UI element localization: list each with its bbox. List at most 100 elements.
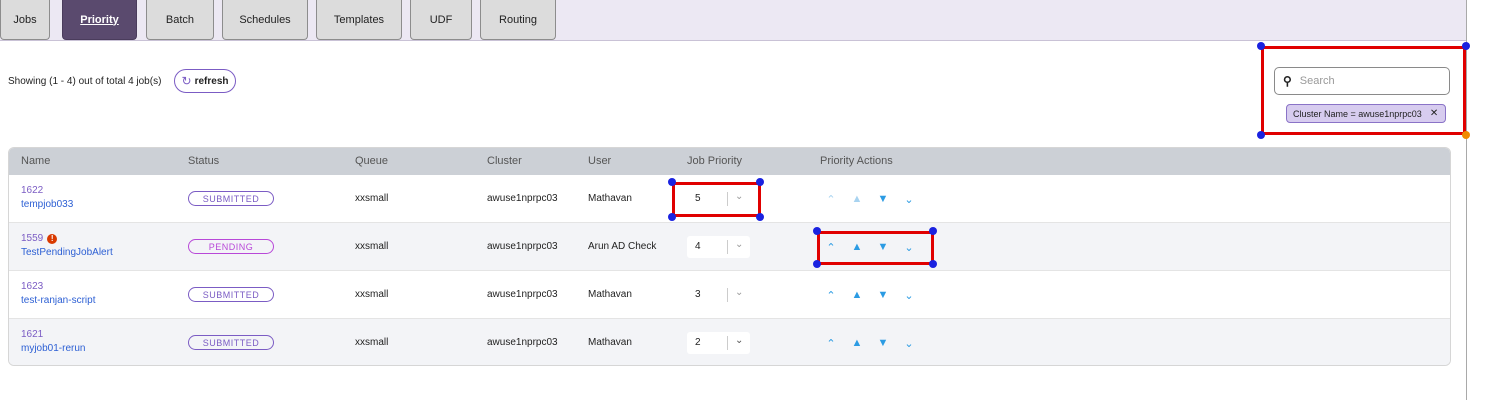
refresh-label: refresh: [194, 75, 229, 87]
priority-actions: ⌃︎ ▲ ▼ ⌄︎: [819, 187, 921, 211]
cluster-cell: awuse1nprpc03: [487, 289, 558, 300]
queue-cell: xxsmall: [355, 193, 389, 204]
refresh-button[interactable]: ↻ refresh: [174, 69, 236, 93]
status-badge: SUBMITTED: [188, 335, 274, 350]
job-name-link[interactable]: test-ranjan-script: [21, 295, 95, 306]
table-header: Name Status Queue Cluster User Job Prior…: [9, 148, 1450, 175]
priority-value: 4: [695, 241, 701, 252]
jobs-table: Name Status Queue Cluster User Job Prior…: [8, 147, 1451, 366]
double-chevron-up-icon[interactable]: ⌃︎: [819, 331, 843, 355]
priority-actions: ⌃︎ ▲ ▼ ⌄︎: [819, 331, 921, 355]
chevron-down-icon[interactable]: ⌄: [735, 239, 743, 250]
showing-count: Showing (1 - 4) out of total 4 job(s): [8, 76, 162, 87]
job-id[interactable]: 1622: [21, 185, 43, 196]
highlight-handle: [1257, 42, 1265, 50]
priority-page: Jobs Priority Batch Schedules Templates …: [0, 0, 1486, 400]
cluster-cell: awuse1nprpc03: [487, 193, 558, 204]
table-row: 1623 test-ranjan-script SUBMITTED xxsmal…: [9, 271, 1450, 319]
job-id[interactable]: 1559!: [21, 233, 58, 244]
tab-udf[interactable]: UDF: [410, 0, 472, 40]
select-divider: [727, 336, 728, 350]
highlight-handle: [929, 227, 937, 235]
user-cell: Mathavan: [588, 193, 632, 204]
highlight-handle: [668, 213, 676, 221]
priority-actions-highlight: [817, 231, 934, 265]
job-name-link[interactable]: myjob01-rerun: [21, 343, 85, 354]
header-cluster[interactable]: Cluster: [487, 155, 522, 167]
select-divider: [727, 288, 728, 302]
filter-chip-label: Cluster Name = awuse1nprpc03: [1293, 108, 1422, 119]
chevron-down-icon[interactable]: ⌄: [735, 287, 743, 298]
job-name-link[interactable]: tempjob033: [21, 199, 73, 210]
priority-value: 2: [695, 337, 701, 348]
tab-batch[interactable]: Batch: [146, 0, 214, 40]
header-job-priority[interactable]: Job Priority: [687, 155, 742, 167]
highlight-handle: [1462, 131, 1470, 139]
triangle-down-icon[interactable]: ▼: [871, 187, 895, 211]
search-icon: ⚲: [1283, 74, 1292, 88]
highlight-handle: [929, 260, 937, 268]
status-badge: PENDING: [188, 239, 274, 254]
cluster-cell: awuse1nprpc03: [487, 241, 558, 252]
job-name-link[interactable]: TestPendingJobAlert: [21, 247, 113, 258]
job-id-text: 1621: [21, 329, 44, 340]
highlight-handle: [668, 178, 676, 186]
select-divider: [727, 240, 728, 254]
table-row: 1621 myjob01-rerun SUBMITTED xxsmall awu…: [9, 319, 1450, 365]
triangle-down-icon[interactable]: ▼: [871, 331, 895, 355]
user-cell: Mathavan: [588, 337, 632, 348]
double-chevron-up-icon[interactable]: ⌃︎: [819, 283, 843, 307]
close-icon[interactable]: ✕: [1430, 108, 1438, 119]
tab-jobs[interactable]: Jobs: [0, 0, 50, 40]
priority-select[interactable]: 4 ⌄: [687, 236, 750, 258]
table-row: 1559! TestPendingJobAlert PENDING xxsmal…: [9, 223, 1450, 271]
header-user[interactable]: User: [588, 155, 611, 167]
queue-cell: xxsmall: [355, 289, 389, 300]
queue-cell: xxsmall: [355, 241, 389, 252]
double-chevron-down-icon[interactable]: ⌄︎: [897, 187, 921, 211]
header-name[interactable]: Name: [21, 155, 50, 167]
search-input[interactable]: ⚲ Search: [1274, 67, 1450, 95]
highlight-handle: [813, 260, 821, 268]
priority-actions: ⌃︎ ▲ ▼ ⌄︎: [819, 283, 921, 307]
tab-priority[interactable]: Priority: [62, 0, 137, 40]
tab-schedules[interactable]: Schedules: [222, 0, 308, 40]
highlight-handle: [813, 227, 821, 235]
refresh-icon: ↻: [181, 74, 192, 88]
header-status[interactable]: Status: [188, 155, 219, 167]
user-cell: Arun AD Check: [588, 241, 657, 252]
highlight-handle: [1257, 131, 1265, 139]
double-chevron-down-icon[interactable]: ⌄︎: [897, 331, 921, 355]
priority-select[interactable]: 2 ⌄: [687, 332, 750, 354]
header-priority-actions: Priority Actions: [820, 155, 893, 167]
user-cell: Mathavan: [588, 289, 632, 300]
header-queue[interactable]: Queue: [355, 155, 388, 167]
job-id-text: 1622: [21, 185, 44, 196]
priority-value: 3: [695, 289, 701, 300]
highlight-handle: [756, 213, 764, 221]
job-id[interactable]: 1623: [21, 281, 43, 292]
tab-routing[interactable]: Routing: [480, 0, 556, 40]
queue-cell: xxsmall: [355, 337, 389, 348]
double-chevron-up-icon[interactable]: ⌃︎: [819, 187, 843, 211]
triangle-up-icon[interactable]: ▲: [845, 283, 869, 307]
highlight-handle: [756, 178, 764, 186]
priority-select-highlight: [672, 182, 761, 217]
vertical-scrollbar[interactable]: [1466, 0, 1486, 400]
priority-select[interactable]: 3 ⌄: [687, 284, 750, 306]
chevron-down-icon[interactable]: ⌄: [735, 335, 743, 346]
status-badge: SUBMITTED: [188, 287, 274, 302]
triangle-up-icon[interactable]: ▲: [845, 331, 869, 355]
double-chevron-down-icon[interactable]: ⌄︎: [897, 283, 921, 307]
highlight-handle: [1462, 42, 1470, 50]
tab-bar: Jobs Priority Batch Schedules Templates …: [0, 0, 1466, 41]
job-id[interactable]: 1621: [21, 329, 43, 340]
filter-chip: Cluster Name = awuse1nprpc03 ✕: [1286, 104, 1446, 123]
job-id-text: 1559: [21, 233, 44, 244]
search-placeholder: Search: [1299, 75, 1335, 87]
cluster-cell: awuse1nprpc03: [487, 337, 558, 348]
triangle-up-icon[interactable]: ▲: [845, 187, 869, 211]
tab-templates[interactable]: Templates: [316, 0, 402, 40]
warning-icon[interactable]: !: [47, 233, 58, 244]
triangle-down-icon[interactable]: ▼: [871, 283, 895, 307]
